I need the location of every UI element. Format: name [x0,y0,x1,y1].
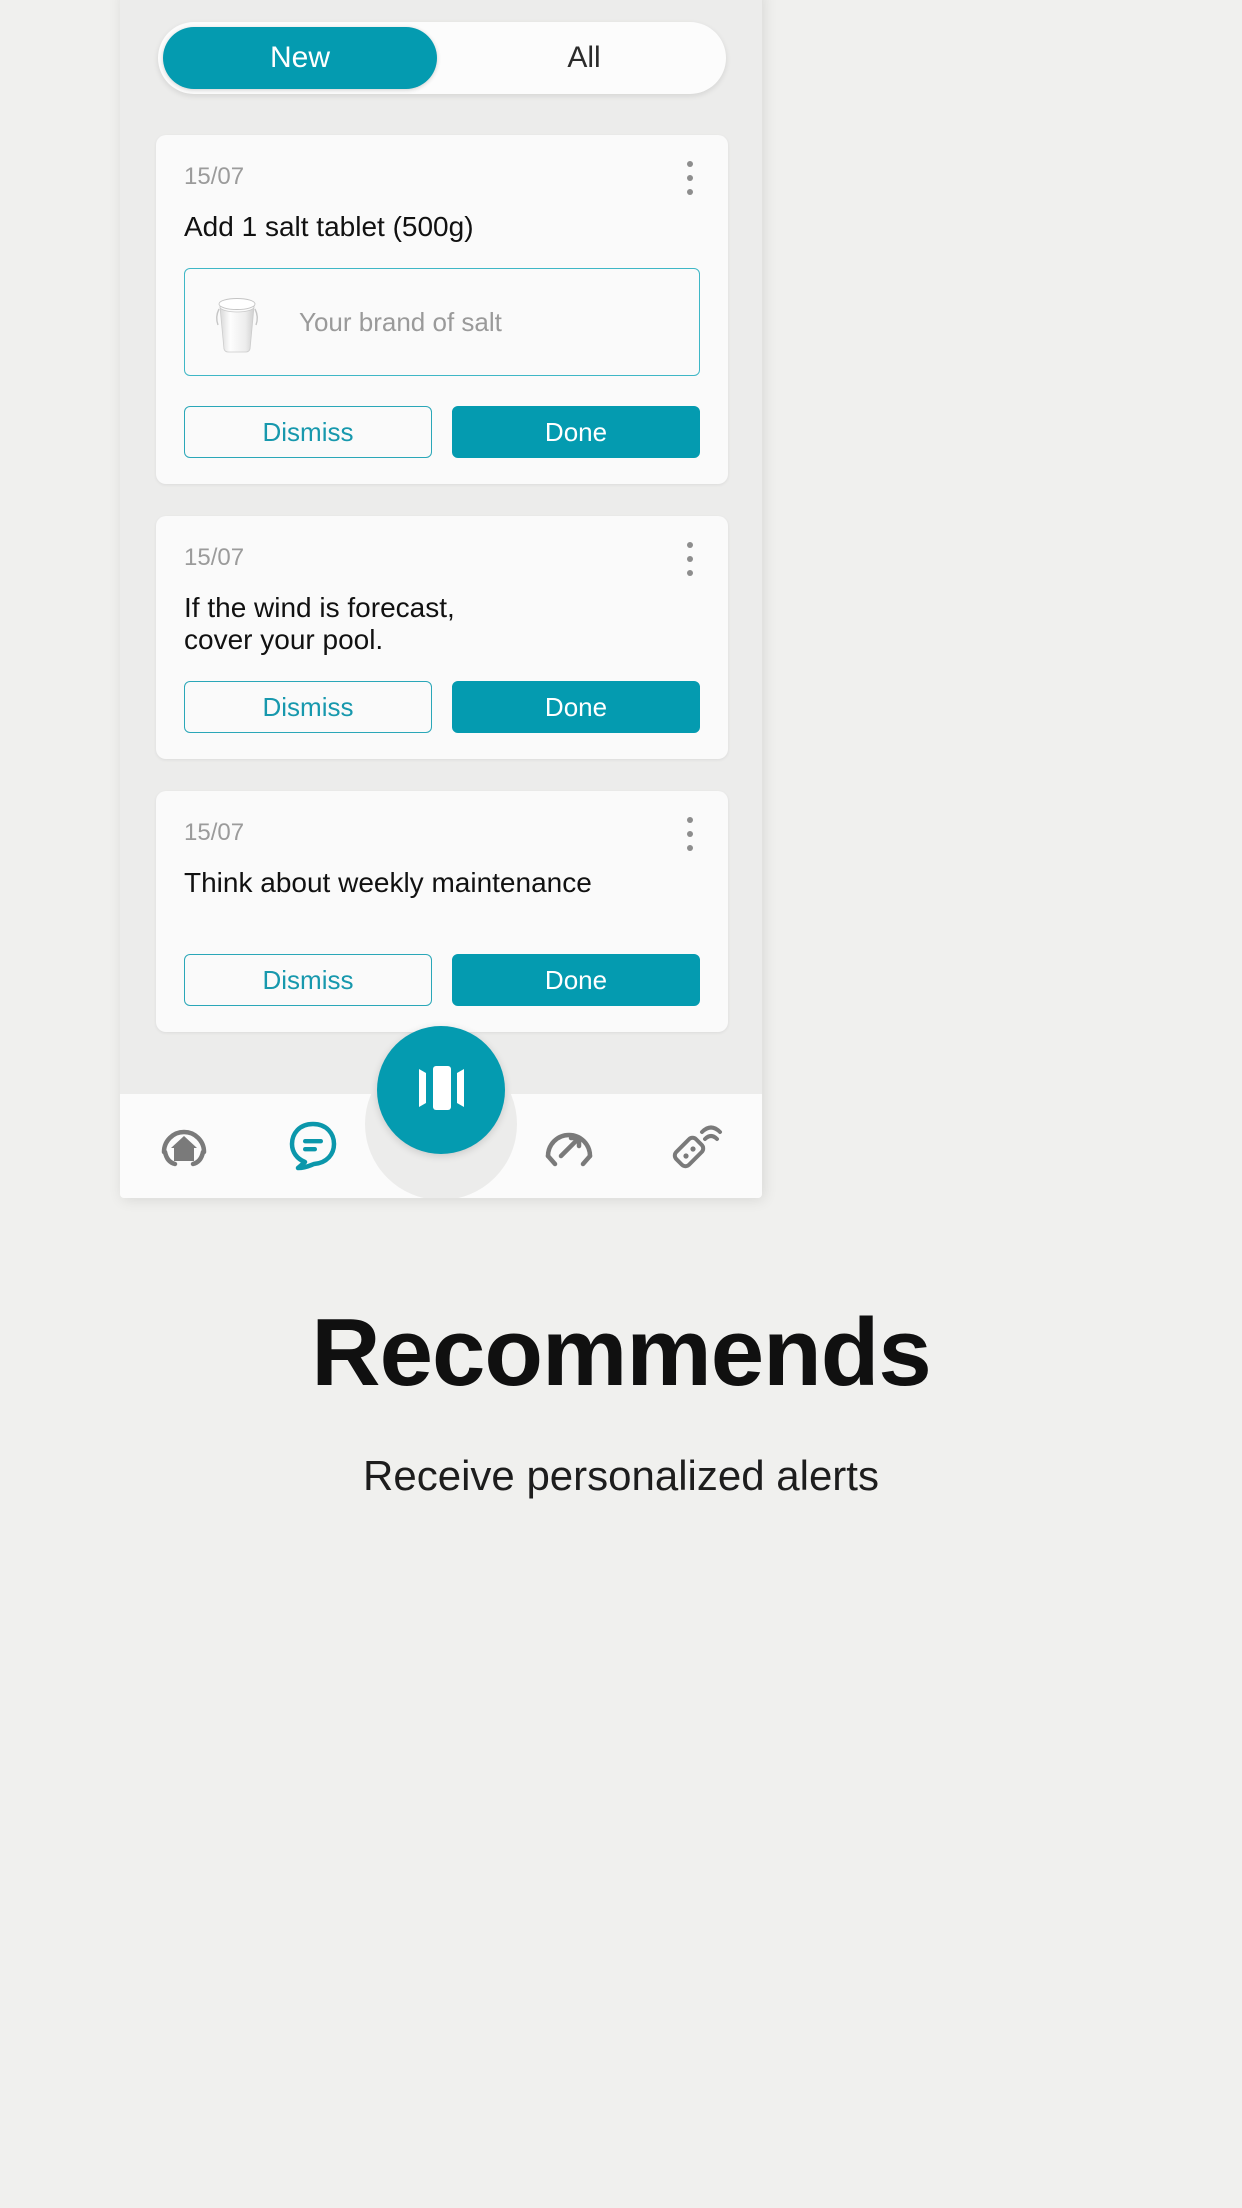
fab-button[interactable] [377,1026,505,1154]
done-button[interactable]: Done [452,406,700,459]
recommendation-card-list: 15/07 Add 1 salt tablet (500g) Your bran… [156,135,728,1064]
tab-bar: New All [158,22,726,94]
done-button[interactable]: Done [452,954,700,1007]
recommendation-card[interactable]: 15/07 If the wind is forecast, cover you… [156,516,728,760]
kebab-menu-icon[interactable] [678,542,702,577]
tab-all-label: All [567,41,601,74]
page-subtitle: Receive personalized alerts [363,1451,879,1499]
nav-item-home[interactable] [120,1094,248,1198]
nav-item-stats[interactable] [505,1094,633,1198]
card-date: 15/07 [184,819,245,847]
chat-bubble-icon [284,1115,342,1178]
card-actions: Dismiss Done [184,681,700,734]
card-title: Think about weekly maintenance [184,867,592,899]
page-title: Recommends [311,1299,932,1406]
card-title: Add 1 salt tablet (500g) [184,211,474,242]
card-actions: Dismiss Done [184,406,700,459]
bottom-navigation-bar [120,1026,762,1198]
kebab-menu-icon[interactable] [678,817,702,852]
dismiss-button[interactable]: Dismiss [184,406,432,459]
card-date: 15/07 [184,163,245,190]
nav-item-messages[interactable] [248,1094,376,1198]
brand-input[interactable]: Your brand of salt [184,268,700,377]
recommendation-card[interactable]: 15/07 Think about weekly maintenance Dis… [156,791,728,1033]
phone-screen: New All 15/07 Add 1 salt tablet (500g) Y… [120,0,762,1198]
card-actions: Dismiss Done [184,954,700,1007]
salt-bucket-icon [209,291,265,353]
dismiss-button[interactable]: Dismiss [184,954,432,1007]
card-date: 15/07 [184,544,245,572]
brand-input-placeholder: Your brand of salt [299,306,502,337]
kebab-menu-icon[interactable] [678,161,702,195]
tab-all[interactable]: All [447,27,721,89]
gauge-icon [541,1116,597,1177]
recommendation-card[interactable]: 15/07 Add 1 salt tablet (500g) Your bran… [156,135,728,485]
carousel-cards-icon [410,1062,472,1119]
nav-item-remote[interactable] [634,1094,762,1198]
tab-new[interactable]: New [163,27,437,89]
remote-signal-icon [669,1115,727,1178]
caption-block: Recommends Receive personalized alerts [0,1300,1242,1500]
done-button[interactable]: Done [452,681,700,734]
card-title: If the wind is forecast, cover your pool… [184,592,455,655]
home-icon [156,1116,212,1177]
dismiss-button[interactable]: Dismiss [184,681,432,734]
tab-new-label: New [269,41,330,74]
